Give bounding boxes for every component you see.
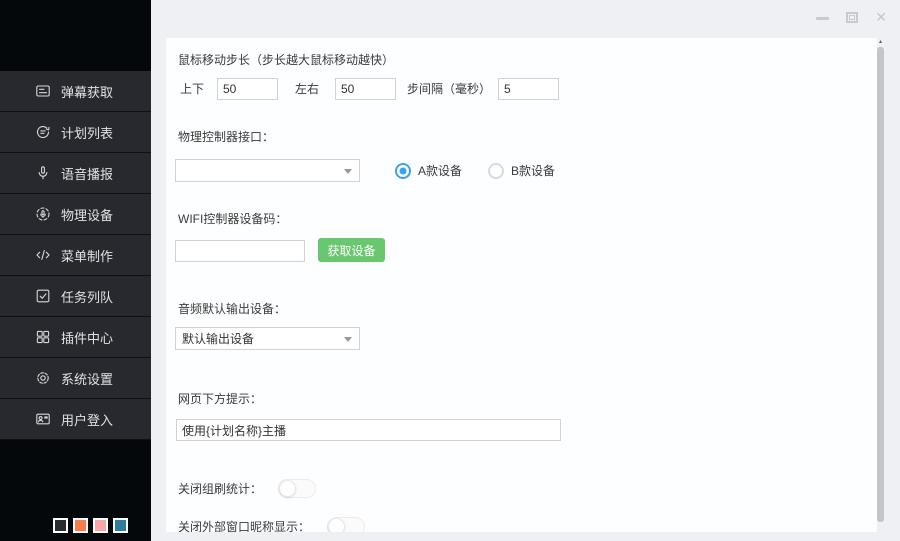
code-icon <box>35 247 51 263</box>
theme-swatch-teal[interactable] <box>113 518 128 533</box>
settings-panel: 鼠标移动步长（步长越大鼠标移动越快） 上下 左右 步间隔（毫秒） 物理控制器接口… <box>166 38 877 532</box>
sidebar-item-plugin-center[interactable]: 插件中心 <box>0 317 151 358</box>
wifi-code-label: WIFI控制器设备码： <box>178 212 287 227</box>
step-interval-input[interactable] <box>498 78 559 100</box>
get-device-button[interactable]: 获取设备 <box>318 238 385 262</box>
sidebar-item-label: 系统设置 <box>61 369 113 388</box>
sidebar-item-user-login[interactable]: 用户登入 <box>0 399 151 440</box>
controller-port-select[interactable] <box>175 159 360 182</box>
audio-output-row: 默认输出设备 <box>166 327 877 350</box>
close-group-stats-label: 关闭组刷统计： <box>178 480 262 497</box>
plugin-grid-icon <box>35 329 51 345</box>
scroll-up-icon[interactable]: ▴ <box>877 38 884 46</box>
sidebar-item-label: 物理设备 <box>61 205 113 224</box>
mouse-step-row: 上下 左右 步间隔（毫秒） <box>166 78 877 100</box>
sidebar-item-menu-maker[interactable]: 菜单制作 <box>0 235 151 276</box>
minimize-icon <box>816 17 829 20</box>
sidebar-menu: 弹幕获取 计划列表 语音播报 物理设备 <box>0 71 151 440</box>
radio-a-label: A款设备 <box>418 162 462 179</box>
controller-port-row: A款设备 B款设备 <box>166 159 877 182</box>
scrollbar-thumb[interactable] <box>877 47 884 522</box>
radio-option-a[interactable]: A款设备 <box>395 162 462 179</box>
theme-swatches <box>53 518 128 533</box>
theme-swatch-orange[interactable] <box>73 518 88 533</box>
close-external-nickname-row: 关闭外部窗口昵称显示： <box>178 517 365 532</box>
step-interval-label: 步间隔（毫秒） <box>407 78 491 100</box>
sidebar-item-plan-list[interactable]: 计划列表 <box>0 112 151 153</box>
web-tip-row <box>166 419 877 441</box>
web-tip-input[interactable] <box>176 419 561 441</box>
close-button[interactable]: ✕ <box>875 10 887 25</box>
sidebar-item-task-queue[interactable]: 任务列队 <box>0 276 151 317</box>
vertical-scrollbar: ▴ <box>877 38 884 532</box>
maximize-button[interactable] <box>846 10 858 23</box>
sidebar-item-system-settings[interactable]: 系统设置 <box>0 358 151 399</box>
audio-output-label: 音频默认输出设备： <box>178 302 286 317</box>
user-card-icon <box>35 411 51 427</box>
audio-output-select[interactable]: 默认输出设备 <box>175 327 360 350</box>
sidebar-item-label: 任务列队 <box>61 287 113 306</box>
close-external-nickname-toggle[interactable] <box>327 517 365 532</box>
theme-swatch-pink[interactable] <box>93 518 108 533</box>
wifi-code-input[interactable] <box>175 240 305 262</box>
leftright-input[interactable] <box>335 78 396 100</box>
controller-port-label: 物理控制器接口： <box>178 130 274 145</box>
physical-device-icon <box>35 206 51 222</box>
radio-a-selected-icon <box>395 163 411 179</box>
wifi-code-row: 获取设备 <box>166 239 877 263</box>
sidebar-item-label: 用户登入 <box>61 410 113 429</box>
window-controls: ✕ <box>816 10 887 25</box>
close-group-stats-row: 关闭组刷统计： <box>178 479 316 498</box>
radio-b-label: B款设备 <box>511 162 555 179</box>
updown-input[interactable] <box>217 78 278 100</box>
radio-option-b[interactable]: B款设备 <box>488 162 555 179</box>
gear-icon <box>35 370 51 386</box>
audio-output-select-value: 默认输出设备 <box>182 330 254 347</box>
device-type-radio-group: A款设备 B款设备 <box>395 159 555 182</box>
updown-label: 上下 <box>180 78 204 100</box>
sidebar-item-label: 语音播报 <box>61 164 113 183</box>
close-icon: ✕ <box>875 9 887 25</box>
close-group-stats-toggle[interactable] <box>278 479 316 498</box>
leftright-label: 左右 <box>295 78 319 100</box>
radio-b-unselected-icon <box>488 163 504 179</box>
sidebar-item-physical-device[interactable]: 物理设备 <box>0 194 151 235</box>
minimize-button[interactable] <box>816 10 829 20</box>
checklist-icon <box>35 288 51 304</box>
sidebar-item-label: 弹幕获取 <box>61 82 113 101</box>
maximize-icon <box>846 12 858 23</box>
sidebar-item-voice[interactable]: 语音播报 <box>0 153 151 194</box>
microphone-icon <box>35 165 51 181</box>
close-external-nickname-label: 关闭外部窗口昵称显示： <box>178 518 310 532</box>
chevron-down-icon <box>344 169 352 174</box>
sidebar-item-label: 菜单制作 <box>61 246 113 265</box>
web-tip-label: 网页下方提示： <box>178 392 262 407</box>
sidebar-item-label: 计划列表 <box>61 123 113 142</box>
sidebar-item-danmaku[interactable]: 弹幕获取 <box>0 71 151 112</box>
sidebar: 弹幕获取 计划列表 语音播报 物理设备 <box>0 0 151 541</box>
danmaku-icon <box>35 83 51 99</box>
toggle-knob <box>328 518 345 532</box>
toggle-knob <box>279 480 296 497</box>
plan-list-icon <box>35 124 51 140</box>
sidebar-item-label: 插件中心 <box>61 328 113 347</box>
mouse-step-label: 鼠标移动步长（步长越大鼠标移动越快） <box>178 53 394 68</box>
chevron-down-icon <box>344 337 352 342</box>
theme-swatch-dark[interactable] <box>53 518 68 533</box>
